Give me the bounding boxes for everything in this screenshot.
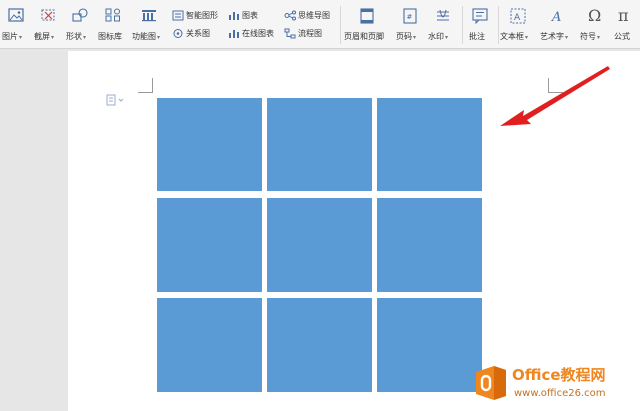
chart-label: 图表 [242, 10, 258, 20]
symbol-label: 符号 [580, 32, 596, 41]
page-number-button[interactable]: # 页码▾ [396, 4, 424, 44]
grid-tile[interactable] [157, 198, 262, 292]
flowchart-button[interactable]: 流程图 [284, 26, 322, 40]
watermark-icon [437, 9, 449, 21]
online-chart-icon [229, 29, 239, 38]
page-number-label: 页码 [396, 32, 412, 41]
online-chart-label: 在线图表 [242, 28, 274, 38]
comment-icon [472, 8, 488, 24]
watermark-label: 水印 [428, 32, 444, 41]
wordart-button[interactable]: A 艺术字▾ [540, 4, 576, 44]
header-footer-button[interactable]: 页眉和页脚 [344, 4, 392, 44]
smart-graphic-icon [172, 10, 184, 20]
ribbon-separator [340, 6, 341, 44]
textbox-label: 文本框 [500, 32, 524, 41]
textbox-icon: A [510, 8, 526, 24]
insert-picture-button[interactable]: 图片▾ [2, 4, 30, 44]
function-chart-icon [142, 10, 156, 22]
flowchart-icon [284, 28, 296, 38]
relation-chart-icon [173, 28, 183, 38]
mindmap-button[interactable]: 思维导图 [284, 8, 330, 22]
screenshot-button[interactable]: 截屏▾ [34, 4, 62, 44]
smart-graphic-label: 智能图形 [186, 10, 218, 20]
crop-mark-top-left [138, 78, 153, 93]
comment-button[interactable]: 批注 [466, 4, 494, 44]
brand-url: www.office26.com [514, 388, 606, 399]
grid-tile[interactable] [377, 298, 482, 392]
icon-library-icon [105, 8, 120, 22]
formula-label: 公式 [614, 32, 630, 41]
grid-tile[interactable] [377, 198, 482, 292]
relation-chart-label: 关系图 [186, 28, 210, 38]
mindmap-icon [284, 10, 296, 20]
chart-button[interactable]: 图表 [228, 8, 258, 22]
svg-text:π: π [618, 6, 629, 24]
picture-icon [8, 8, 24, 22]
omega-symbol-icon: Ω [588, 6, 601, 24]
comment-label: 批注 [469, 32, 485, 41]
screenshot-label: 截屏 [34, 32, 50, 41]
chart-icon [229, 11, 239, 20]
site-watermark: Office教程网 www.office26.com [472, 360, 640, 408]
svg-text:#: # [407, 13, 413, 21]
ribbon-toolbar: 图片▾ 截屏▾ 形状▾ 图标库 功能图▾ 智能图形 关系图 图表 在线图表 思维… [0, 0, 640, 49]
shape-label: 形状 [66, 32, 82, 41]
grid-tile[interactable] [377, 98, 482, 191]
icon-library-button[interactable]: 图标库 [98, 4, 128, 44]
grid-tile[interactable] [157, 298, 262, 392]
pi-formula-icon: π [618, 6, 629, 24]
watermark-button[interactable]: 水印▾ [428, 4, 458, 44]
flowchart-label: 流程图 [298, 28, 322, 38]
svg-text:A: A [514, 13, 521, 23]
online-chart-button[interactable]: 在线图表 [228, 26, 274, 40]
header-footer-icon [360, 8, 374, 24]
header-footer-label: 页眉和页脚 [344, 32, 384, 41]
ribbon-separator [462, 6, 463, 44]
grid-tile[interactable] [267, 298, 372, 392]
svg-text:Ω: Ω [588, 6, 601, 24]
paragraph-layout-icon[interactable] [106, 94, 126, 106]
smart-graphic-button[interactable]: 智能图形 [172, 8, 218, 22]
picture-label: 图片 [2, 32, 18, 41]
function-chart-label: 功能图 [132, 32, 156, 41]
brand-name: Office教程网 [512, 366, 606, 384]
page-number-icon: # [403, 8, 417, 24]
textbox-button[interactable]: A 文本框▾ [500, 4, 536, 44]
relation-chart-button[interactable]: 关系图 [172, 26, 210, 40]
wordart-icon: A [551, 10, 561, 24]
wordart-label: 艺术字 [540, 32, 564, 41]
grid-tile[interactable] [267, 198, 372, 292]
shape-button[interactable]: 形状▾ [66, 4, 94, 44]
ribbon-separator [498, 6, 499, 44]
function-chart-button[interactable]: 功能图▾ [132, 4, 166, 44]
screenshot-icon [41, 9, 55, 21]
grid-tile[interactable] [157, 98, 262, 191]
formula-button[interactable]: π 公式 [612, 4, 640, 44]
symbol-button[interactable]: Ω 符号▾ [580, 4, 610, 44]
office-logo-icon [476, 366, 506, 400]
shape-icon [72, 8, 88, 22]
svg-text:A: A [551, 10, 561, 24]
grid-tile[interactable] [267, 98, 372, 191]
annotation-arrow-icon [500, 66, 610, 126]
mindmap-label: 思维导图 [298, 10, 330, 20]
icon-library-label: 图标库 [98, 32, 122, 41]
